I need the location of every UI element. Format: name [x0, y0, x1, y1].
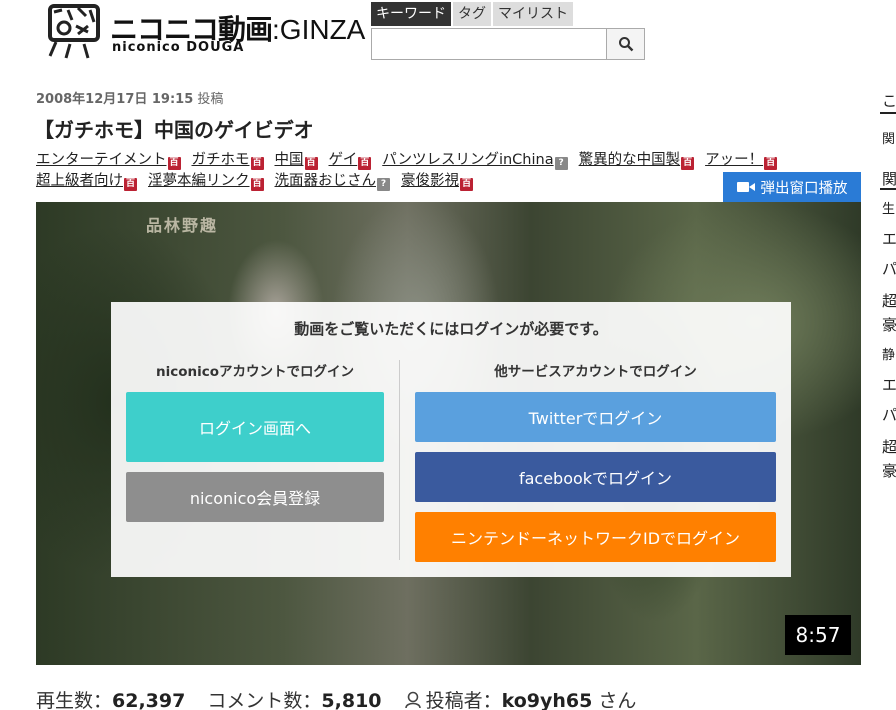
search-tabs: キーワード タグ マイリスト — [371, 2, 646, 26]
login-required-message: 動画をご覧いただくにはログインが必要です。 — [294, 320, 608, 338]
tag-link[interactable]: エンターテイメント — [36, 152, 167, 168]
tag-item: ガチホモ百 — [192, 150, 264, 171]
dictionary-icon[interactable]: 百 — [124, 178, 137, 191]
tag-link[interactable]: 豪俊影視 — [401, 173, 459, 189]
tag-link[interactable]: パンツレスリングinChina — [382, 152, 553, 168]
dictionary-icon[interactable]: 百 — [250, 157, 264, 170]
sidebar-item[interactable]: パ — [882, 258, 896, 279]
tag-item: 豪俊影視百 — [401, 171, 473, 192]
sidebar-item[interactable]: 超 — [882, 290, 896, 311]
search-tab-tag[interactable]: タグ — [453, 2, 491, 26]
tag-link[interactable]: ガチホモ — [192, 152, 250, 168]
user-icon — [404, 691, 421, 709]
video-title: 【ガチホモ】中国のゲイビデオ — [34, 118, 314, 142]
view-count: 再生数：62,397 — [36, 690, 186, 710]
right-sidebar: こ関関生エパ超豪静エパ超豪 — [880, 0, 896, 710]
tag-link[interactable]: 淫夢本編リンク — [148, 173, 250, 189]
dictionary-icon[interactable]: 百 — [764, 157, 778, 170]
other-service-login-column: 他サービスアカウントでログイン Twitterでログイン facebookでログ… — [415, 360, 776, 562]
dictionary-icon[interactable]: 百 — [460, 178, 473, 191]
sidebar-item[interactable]: エ — [882, 228, 896, 249]
video-camera-icon — [736, 182, 755, 192]
register-button[interactable]: niconico会員登録 — [126, 472, 384, 522]
video-duration: 8:57 — [785, 615, 851, 655]
search-box — [371, 28, 645, 60]
search-tab-mylist[interactable]: マイリスト — [493, 2, 573, 26]
dictionary-icon[interactable]: 百 — [681, 157, 695, 170]
facebook-login-button[interactable]: facebookでログイン — [415, 452, 776, 502]
twitter-login-button[interactable]: Twitterでログイン — [415, 392, 776, 442]
tag-link[interactable]: アッー！ — [705, 152, 763, 168]
sidebar-item[interactable]: 生 — [882, 198, 895, 217]
sidebar-item[interactable]: 超 — [882, 436, 896, 457]
tag-link[interactable]: 中国 — [275, 152, 304, 168]
video-stats: 再生数：62,397 コメント数：5,810 投稿者：ko9yh65 さん — [36, 686, 652, 710]
search-button[interactable] — [606, 29, 644, 59]
tag-item: アッー！百 — [705, 150, 778, 171]
tag-item: 驚異的な中国製百 — [579, 150, 695, 171]
tag-item: 超上級者向け百 — [36, 171, 137, 192]
search-tab-keyword[interactable]: キーワード — [371, 2, 451, 26]
dictionary-icon[interactable]: 百 — [167, 157, 181, 170]
search-icon — [618, 37, 633, 52]
popup-play-label: 弾出窗口播放 — [760, 180, 848, 197]
dictionary-icon[interactable]: 百 — [358, 157, 372, 170]
nintendo-login-button[interactable]: ニンテンドーネットワークIDでログイン — [415, 512, 776, 562]
sidebar-item[interactable]: エ — [882, 374, 896, 395]
tag-row: エンターテイメント百ガチホモ百中国百ゲイ百パンツレスリングinChina? 驚異的… — [36, 150, 856, 171]
tag-item: ゲイ百 — [329, 150, 372, 171]
sidebar-item[interactable]: 豪 — [882, 314, 896, 335]
sidebar-item[interactable]: 関 — [882, 168, 896, 189]
sidebar-item[interactable]: 関 — [882, 128, 895, 147]
sidebar-rule — [880, 188, 896, 190]
tag-item: 中国百 — [275, 150, 318, 171]
video-frame-caption: 品林野趣 — [146, 216, 219, 235]
tag-item: パンツレスリングinChina? — [382, 150, 568, 171]
login-button[interactable]: ログイン画面へ — [126, 392, 384, 462]
search-input[interactable] — [372, 29, 608, 59]
mascot-logo-icon — [48, 4, 100, 59]
post-date: 2008年12月17日 19:15 投稿 — [36, 92, 224, 107]
sidebar-item[interactable]: パ — [882, 404, 896, 425]
tag-link[interactable]: 驚異的な中国製 — [579, 152, 681, 168]
niconico-login-heading: niconicoアカウントでログイン — [155, 364, 355, 380]
sidebar-item[interactable]: 豪 — [882, 460, 896, 481]
tag-item: エンターテイメント百 — [36, 150, 181, 171]
sidebar-item[interactable]: 静 — [882, 344, 895, 363]
tag-link[interactable]: ゲイ — [329, 152, 358, 168]
other-login-heading: 他サービスアカウントでログイン — [494, 364, 697, 380]
tag-item: 洗面器おじさん? — [275, 171, 390, 192]
login-required-panel: 動画をご覧いただくにはログインが必要です。 niconicoアカウントでログイン… — [111, 302, 791, 577]
niconico-login-column: niconicoアカウントでログイン ログイン画面へ niconico会員登録 — [126, 360, 384, 522]
niconico-logo[interactable]: ニコニコ動画:GINZA niconico DOUGA — [40, 2, 365, 60]
logo-subtitle: niconico DOUGA — [112, 40, 245, 55]
tag-link[interactable]: 超上級者向け — [36, 173, 123, 189]
tag-item: 淫夢本編リンク百 — [148, 171, 264, 192]
sidebar-item[interactable]: こ — [882, 90, 896, 111]
sidebar-rule — [880, 112, 896, 114]
tag-link[interactable]: 洗面器おじさん — [275, 173, 377, 189]
uploader-name[interactable]: ko9yh65 — [502, 690, 593, 710]
dictionary-missing-icon[interactable]: ? — [554, 157, 568, 170]
dictionary-icon[interactable]: 百 — [250, 178, 264, 191]
popup-play-button[interactable]: 弾出窗口播放 — [723, 172, 861, 202]
uploader: 投稿者：ko9yh65 さん — [404, 690, 636, 710]
comment-count: コメント数：5,810 — [207, 690, 382, 710]
dictionary-missing-icon[interactable]: ? — [377, 178, 390, 191]
video-player[interactable]: 品林野趣 動画をご覧いただくにはログインが必要です。 niconicoアカウント… — [36, 202, 861, 665]
column-divider — [399, 360, 400, 560]
search-area: キーワード タグ マイリスト — [371, 2, 646, 60]
dictionary-icon[interactable]: 百 — [304, 157, 318, 170]
